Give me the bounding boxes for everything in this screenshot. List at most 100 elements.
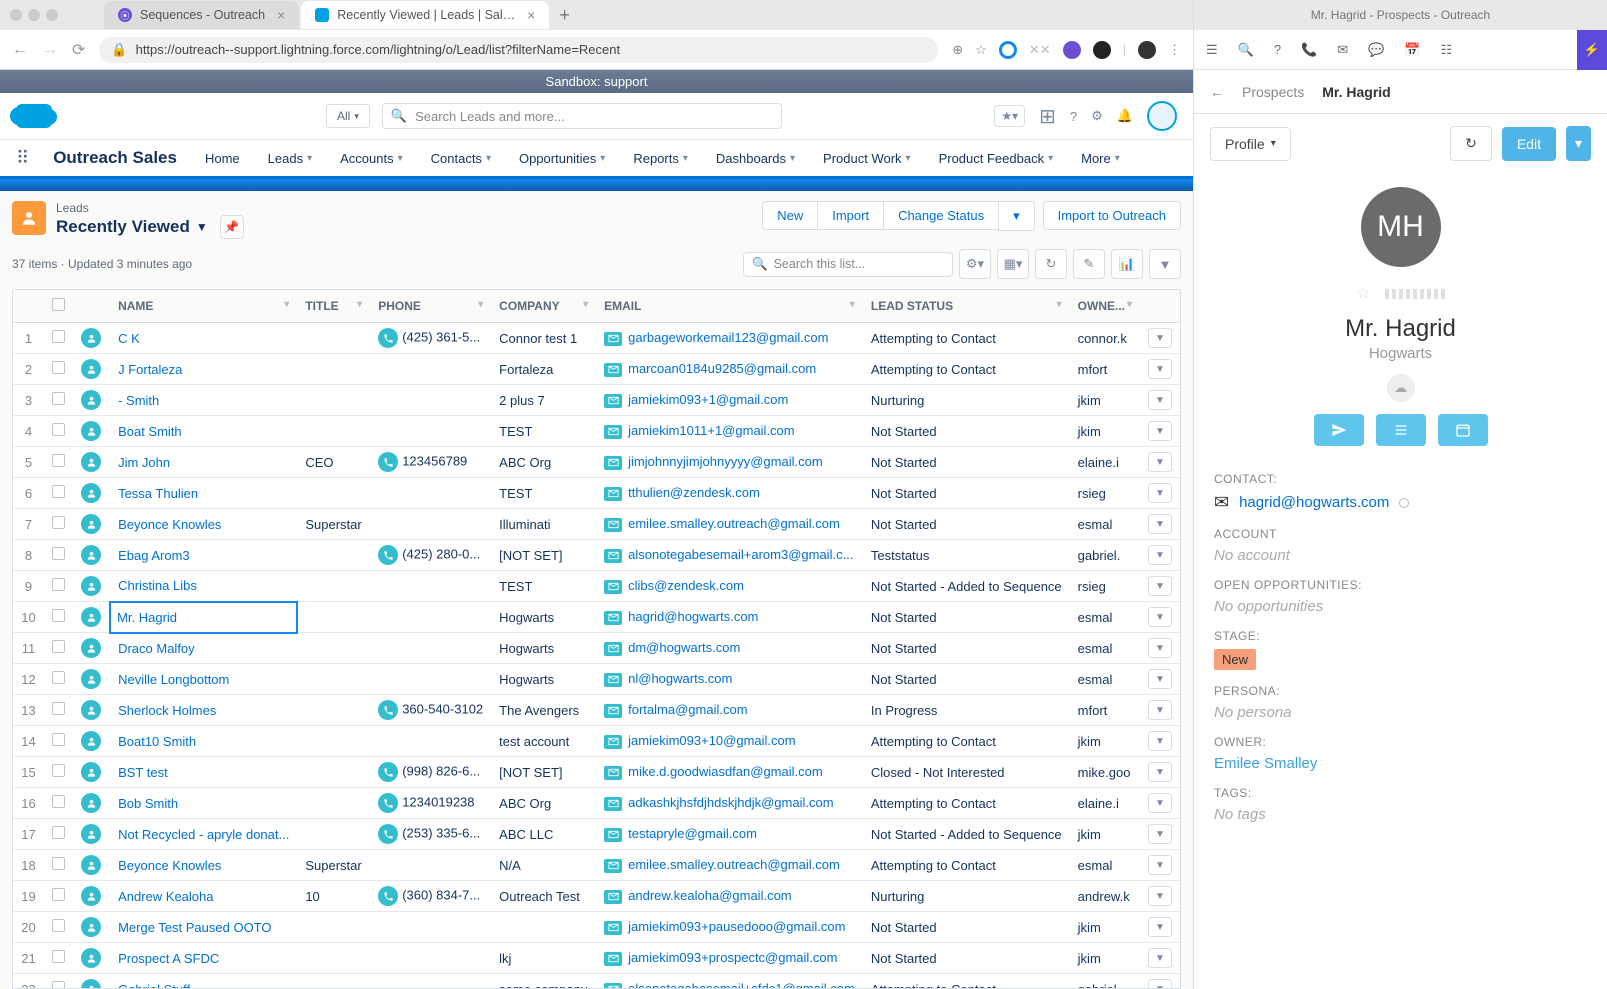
row-actions-caret[interactable]: ▼	[1148, 545, 1172, 565]
row-checkbox[interactable]	[52, 485, 65, 498]
prospect-email[interactable]: hagrid@hogwarts.com	[1239, 494, 1389, 511]
table-row[interactable]: 13Sherlock Holmes360-540-3102The Avenger…	[13, 695, 1180, 726]
ext-icon-outreach[interactable]	[1063, 41, 1081, 59]
lead-phone[interactable]	[370, 664, 491, 695]
setup-gear-icon[interactable]: ⚙	[1091, 108, 1103, 124]
row-checkbox[interactable]	[52, 888, 65, 901]
lead-phone[interactable]	[370, 509, 491, 540]
lead-name-link[interactable]: J Fortaleza	[118, 362, 182, 377]
row-checkbox[interactable]	[52, 547, 65, 560]
table-row[interactable]: 9Christina LibsTESTclibs@zendesk.comNot …	[13, 571, 1180, 602]
row-checkbox[interactable]	[52, 702, 65, 715]
row-actions-caret[interactable]: ▼	[1148, 390, 1172, 410]
lead-phone[interactable]	[370, 943, 491, 974]
profile-avatar-icon[interactable]	[1138, 41, 1156, 59]
row-checkbox[interactable]	[52, 330, 65, 343]
star-icon[interactable]: ☆	[975, 42, 987, 58]
row-actions-caret[interactable]: ▼	[1148, 886, 1172, 906]
lead-email-link[interactable]: andrew.kealoha@gmail.com	[628, 888, 792, 903]
lead-name-link[interactable]: Andrew Kealoha	[118, 889, 213, 904]
ext-icon-3[interactable]	[1093, 41, 1111, 59]
table-row[interactable]: 1C K(425) 361-5...Connor test 1garbagewo…	[13, 323, 1180, 354]
lead-phone[interactable]	[370, 850, 491, 881]
new-button[interactable]: New	[762, 201, 817, 230]
lead-email-link[interactable]: testapryle@gmail.com	[628, 826, 757, 841]
lead-email-link[interactable]: alsonotegabesemail+sfdc1@gmail.com	[628, 981, 855, 989]
quick-calendar-icon[interactable]	[1438, 414, 1488, 446]
select-all-checkbox[interactable]	[52, 298, 65, 311]
profile-dropdown[interactable]: Profile▾	[1210, 127, 1291, 161]
lead-email-link[interactable]: tthulien@zendesk.com	[628, 485, 760, 500]
row-checkbox[interactable]	[52, 826, 65, 839]
row-actions-caret[interactable]: ▼	[1148, 762, 1172, 782]
ext-icon-1[interactable]	[999, 41, 1017, 59]
lead-name-link[interactable]: Beyonce Knowles	[118, 858, 221, 873]
rating-stars[interactable]: ☆	[1194, 283, 1607, 303]
table-row[interactable]: 22Gabriel Stuffsome companyalsonotegabes…	[13, 974, 1180, 989]
lead-email-link[interactable]: hagrid@hogwarts.com	[628, 609, 758, 624]
lead-name-link[interactable]: C K	[118, 331, 140, 346]
row-actions-caret[interactable]: ▼	[1148, 359, 1172, 379]
nav-reports[interactable]: Reports▾	[621, 141, 700, 176]
row-actions-caret[interactable]: ▼	[1148, 638, 1172, 658]
phone-icon[interactable]: 📞	[1301, 42, 1317, 58]
chat-icon[interactable]: 💬	[1368, 42, 1384, 58]
crumb-parent[interactable]: Prospects	[1242, 84, 1304, 100]
lead-phone[interactable]	[370, 974, 491, 989]
lead-email-link[interactable]: marcoan0184u9285@gmail.com	[628, 361, 816, 376]
list-settings-gear-icon[interactable]: ⚙▾	[959, 249, 991, 279]
table-row[interactable]: 18Beyonce KnowlesSuperstarN/Aemilee.smal…	[13, 850, 1180, 881]
nav-more[interactable]: More▾	[1069, 141, 1132, 176]
lead-name-link[interactable]: Jim John	[118, 455, 170, 470]
edit-caret[interactable]: ▾	[1566, 126, 1591, 161]
lead-phone[interactable]: 1234019238	[370, 788, 491, 819]
calendar-icon[interactable]: 📅	[1404, 42, 1420, 58]
row-checkbox[interactable]	[52, 919, 65, 932]
nav-product-feedback[interactable]: Product Feedback▾	[927, 141, 1066, 176]
col-owner[interactable]: OWNE...	[1078, 299, 1125, 313]
lead-name-link[interactable]: Not Recycled - apryle donat...	[118, 827, 289, 842]
nav-home[interactable]: Home	[193, 141, 252, 176]
table-row[interactable]: 11Draco MalfoyHogwartsdm@hogwarts.comNot…	[13, 633, 1180, 664]
kebab-icon[interactable]: ⋮	[1168, 42, 1181, 58]
col-title[interactable]: TITLE	[305, 299, 338, 313]
pin-icon[interactable]: 📌	[220, 215, 244, 239]
row-actions-caret[interactable]: ▼	[1148, 917, 1172, 937]
lead-email-link[interactable]: jamiekim093+prospectc@gmail.com	[628, 950, 837, 965]
quick-send-icon[interactable]	[1314, 414, 1364, 446]
lead-name-link[interactable]: Christina Libs	[118, 578, 197, 593]
lead-email-link[interactable]: jamiekim093+1@gmail.com	[628, 392, 788, 407]
lead-phone[interactable]: 360-540-3102	[370, 695, 491, 726]
chart-icon[interactable]: 📊	[1111, 249, 1143, 279]
lead-email-link[interactable]: jamiekim093+pausedooo@gmail.com	[628, 919, 845, 934]
favorites-button[interactable]: ★▾	[994, 105, 1025, 127]
lead-email-link[interactable]: jimjohnnyjimjohnyyyy@gmail.com	[628, 454, 823, 469]
bolt-icon[interactable]: ⚡	[1577, 30, 1607, 70]
lead-phone[interactable]: (425) 280-0...	[370, 540, 491, 571]
table-row[interactable]: 8Ebag Arom3(425) 280-0...[NOT SET]alsono…	[13, 540, 1180, 571]
import-to-outreach-button[interactable]: Import to Outreach	[1043, 201, 1181, 230]
lead-phone[interactable]	[370, 385, 491, 416]
lead-email-link[interactable]: fortalma@gmail.com	[628, 702, 747, 717]
lead-name-link[interactable]: BST test	[118, 765, 168, 780]
lead-name-link[interactable]: Bob Smith	[118, 796, 178, 811]
lead-email-link[interactable]: adkashkjhsfdjhdskjhdjk@gmail.com	[628, 795, 833, 810]
lead-name-link[interactable]: Prospect A SFDC	[118, 951, 219, 966]
filter-icon[interactable]: ▼	[1149, 249, 1181, 279]
row-checkbox[interactable]	[52, 764, 65, 777]
lead-email-link[interactable]: garbageworkemail123@gmail.com	[628, 330, 828, 345]
lead-name-link[interactable]: Gabriel Stuff	[118, 982, 190, 989]
table-row[interactable]: 14Boat10 Smithtest accountjamiekim093+10…	[13, 726, 1180, 757]
table-row[interactable]: 16Bob Smith1234019238ABC Orgadkashkjhsfd…	[13, 788, 1180, 819]
col-email[interactable]: EMAIL	[604, 299, 641, 313]
edit-inline-icon[interactable]: ✎	[1073, 249, 1105, 279]
lead-email-link[interactable]: jamiekim1011+1@gmail.com	[628, 423, 795, 438]
lead-email-link[interactable]: jamiekim093+10@gmail.com	[628, 733, 795, 748]
owner-value[interactable]: Emilee Smalley	[1214, 755, 1587, 772]
lead-phone[interactable]	[370, 912, 491, 943]
row-actions-caret[interactable]: ▼	[1148, 483, 1172, 503]
menu-icon[interactable]: ☰	[1206, 42, 1218, 58]
more-actions-caret[interactable]: ▾	[998, 201, 1035, 231]
row-checkbox[interactable]	[52, 392, 65, 405]
table-row[interactable]: 21Prospect A SFDClkjjamiekim093+prospect…	[13, 943, 1180, 974]
